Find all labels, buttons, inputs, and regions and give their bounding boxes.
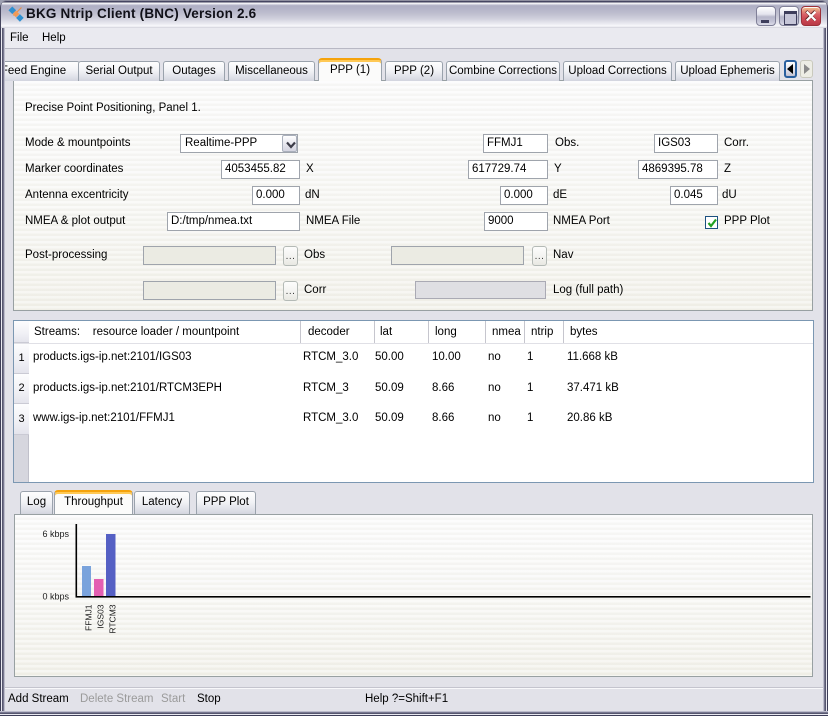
svg-text:RTCM3: RTCM3	[108, 604, 118, 633]
svg-text:FFMJ1: FFMJ1	[84, 604, 94, 631]
svg-text:0 kbps: 0 kbps	[42, 592, 69, 602]
svg-text:IGS03: IGS03	[96, 604, 106, 628]
svg-text:6 kbps: 6 kbps	[42, 529, 69, 539]
